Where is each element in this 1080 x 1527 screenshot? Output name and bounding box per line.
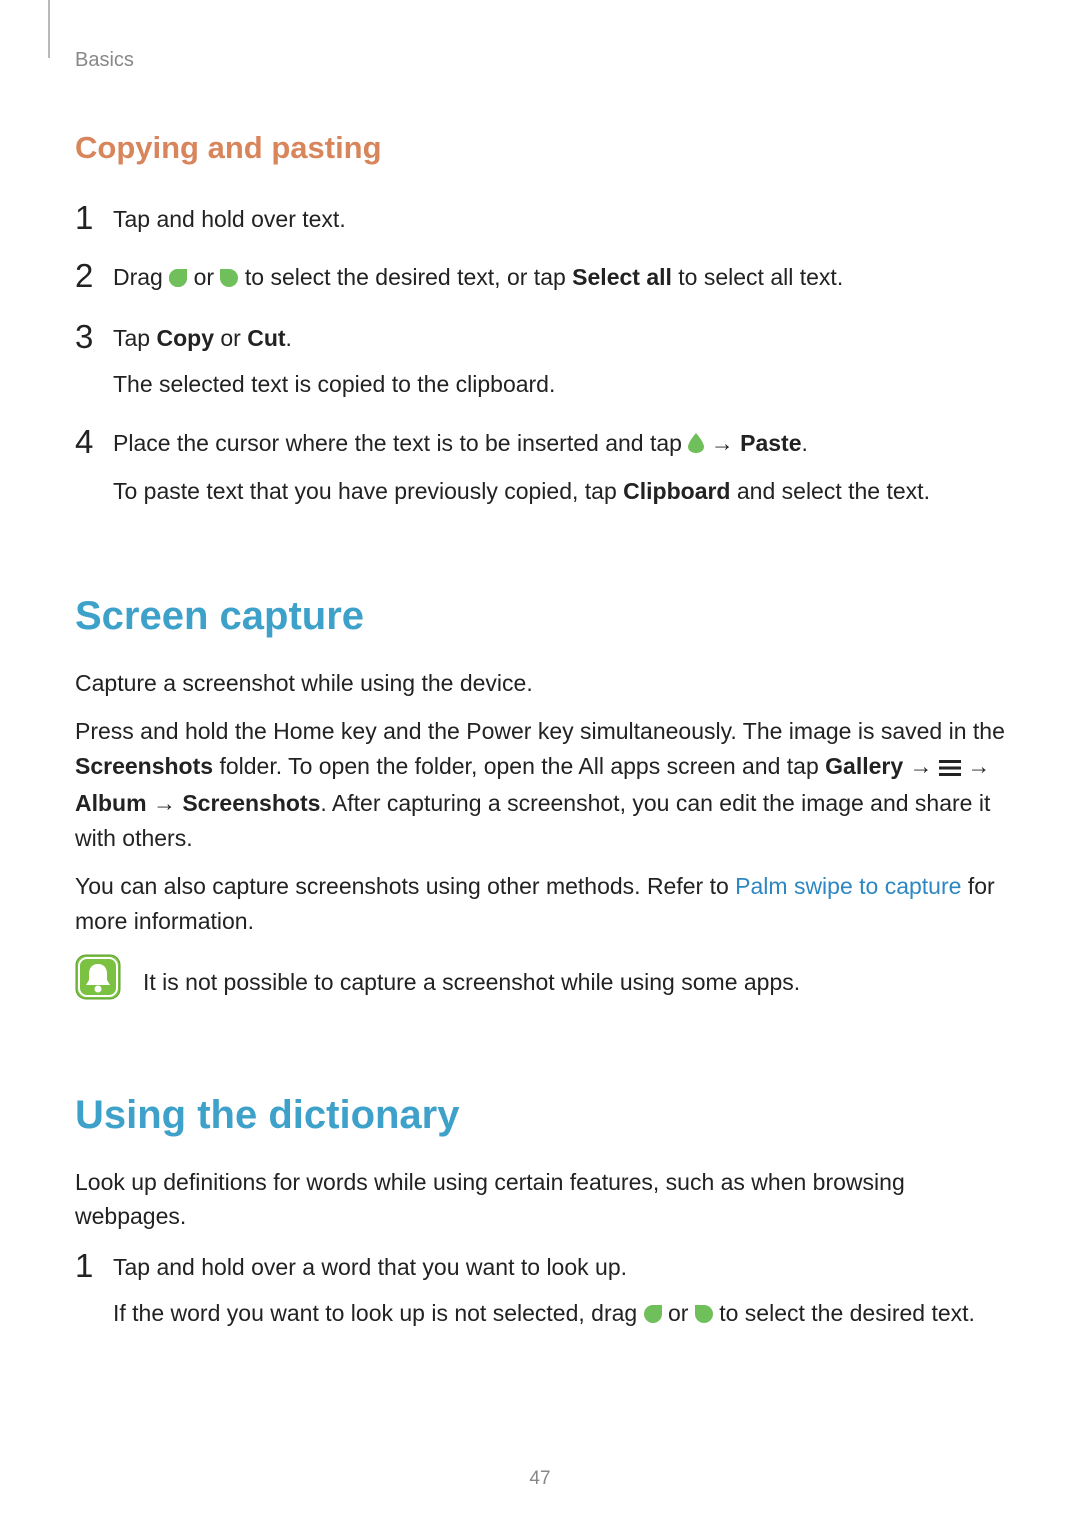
- text-fragment: Press and hold the Home key and the Powe…: [75, 718, 1005, 744]
- page-number: 47: [0, 1465, 1080, 1494]
- step-number: 1: [75, 200, 95, 236]
- manual-page: Basics Copying and pasting 1 Tap and hol…: [0, 0, 1080, 1527]
- text-fragment: Place the cursor where the text is to be…: [113, 430, 688, 456]
- text-fragment: to select the desired text.: [713, 1300, 975, 1326]
- bold-text: Clipboard: [623, 478, 730, 504]
- bold-text: Gallery: [825, 753, 903, 779]
- step-text: Tap and hold over text.: [113, 202, 1005, 237]
- paragraph: Look up definitions for words while usin…: [75, 1165, 1005, 1234]
- step-row: 1 Tap and hold over text.: [75, 200, 1005, 237]
- bold-text: Album: [75, 790, 147, 816]
- header-rule: [48, 0, 50, 58]
- text-fragment: →: [903, 753, 939, 779]
- text-fragment: Drag: [113, 264, 169, 290]
- text-fragment: .: [801, 430, 807, 456]
- note-row: It is not possible to capture a screensh…: [75, 954, 1005, 1010]
- step-text: Tap Copy or Cut.: [113, 321, 1005, 356]
- text-fragment: to select all text.: [672, 264, 843, 290]
- link-palm-swipe[interactable]: Palm swipe to capture: [735, 873, 961, 899]
- paragraph: Press and hold the Home key and the Powe…: [75, 714, 1005, 855]
- text-fragment: →: [147, 790, 183, 816]
- section-heading-capture: Screen capture: [75, 586, 1005, 646]
- text-fragment: You can also capture screenshots using o…: [75, 873, 735, 899]
- step-body: Tap Copy or Cut. The selected text is co…: [113, 319, 1005, 402]
- notice-bell-icon: [75, 954, 121, 1010]
- breadcrumb: Basics: [75, 30, 1005, 75]
- selection-handle-left-icon: [644, 1298, 662, 1333]
- section-heading-copying: Copying and pasting: [75, 125, 1005, 172]
- selection-handle-right-icon: [220, 262, 238, 297]
- text-fragment: to select the desired text, or tap: [238, 264, 572, 290]
- step-row: 3 Tap Copy or Cut. The selected text is …: [75, 319, 1005, 402]
- selection-handle-right-icon: [695, 1298, 713, 1333]
- bold-text: Copy: [156, 325, 214, 351]
- bold-text: Screenshots: [75, 753, 213, 779]
- text-fragment: If the word you want to look up is not s…: [113, 1300, 644, 1326]
- menu-icon: [939, 752, 961, 787]
- text-fragment: or: [662, 1300, 695, 1326]
- step-text: Place the cursor where the text is to be…: [113, 426, 1005, 463]
- step-text: Tap and hold over a word that you want t…: [113, 1250, 1005, 1285]
- text-fragment: Tap: [113, 325, 156, 351]
- paragraph: You can also capture screenshots using o…: [75, 869, 1005, 938]
- text-fragment: →: [704, 430, 740, 456]
- text-fragment: folder. To open the folder, open the All…: [213, 753, 825, 779]
- bold-text: Cut: [247, 325, 285, 351]
- step-body: Drag or to select the desired text, or t…: [113, 258, 1005, 297]
- selection-handle-left-icon: [169, 262, 187, 297]
- paragraph: Capture a screenshot while using the dev…: [75, 666, 1005, 701]
- section-heading-dictionary: Using the dictionary: [75, 1085, 1005, 1145]
- text-fragment: or: [187, 264, 220, 290]
- bold-text: Select all: [572, 264, 672, 290]
- step-body: Place the cursor where the text is to be…: [113, 424, 1005, 509]
- text-fragment: →: [961, 753, 990, 779]
- bold-text: Paste: [740, 430, 801, 456]
- note-text: It is not possible to capture a screensh…: [143, 965, 800, 1000]
- step-subtext: To paste text that you have previously c…: [113, 474, 1005, 509]
- step-row: 1 Tap and hold over a word that you want…: [75, 1248, 1005, 1333]
- step-text: Drag or to select the desired text, or t…: [113, 260, 1005, 297]
- step-body: Tap and hold over a word that you want t…: [113, 1248, 1005, 1333]
- step-number: 4: [75, 424, 95, 460]
- text-fragment: and select the text.: [731, 478, 930, 504]
- step-body: Tap and hold over text.: [113, 200, 1005, 237]
- step-number: 1: [75, 1248, 95, 1284]
- step-row: 4 Place the cursor where the text is to …: [75, 424, 1005, 509]
- text-fragment: To paste text that you have previously c…: [113, 478, 623, 504]
- text-fragment: or: [214, 325, 247, 351]
- text-fragment: .: [286, 325, 292, 351]
- step-number: 3: [75, 319, 95, 355]
- cursor-drop-icon: [688, 428, 704, 463]
- step-subtext: If the word you want to look up is not s…: [113, 1296, 1005, 1333]
- step-number: 2: [75, 258, 95, 294]
- step-row: 2 Drag or to select the desired text, or…: [75, 258, 1005, 297]
- step-subtext: The selected text is copied to the clipb…: [113, 367, 1005, 402]
- bold-text: Screenshots: [182, 790, 320, 816]
